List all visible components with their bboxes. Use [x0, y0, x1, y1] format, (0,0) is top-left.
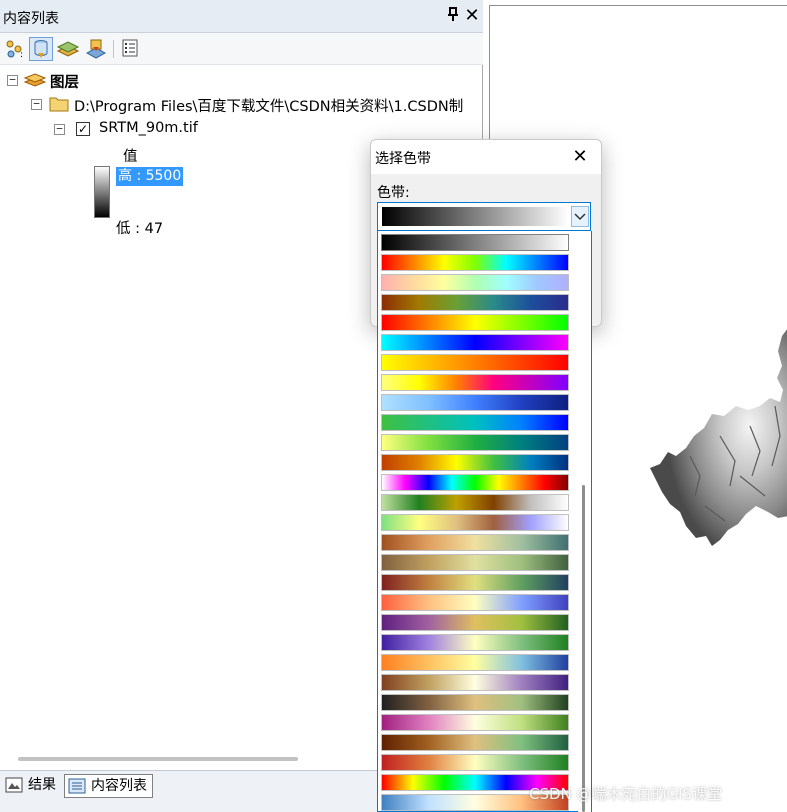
color-ramp-option[interactable] [381, 534, 569, 551]
list-by-source-icon[interactable] [29, 37, 53, 61]
legend-heading: 值 [123, 149, 138, 165]
color-ramp-option[interactable] [381, 494, 569, 511]
color-ramp-option[interactable] [381, 734, 569, 751]
close-icon[interactable]: ✕ [463, 5, 481, 26]
color-ramp-list[interactable] [377, 231, 592, 812]
toc-toolbar: : [0, 33, 483, 65]
toc-title: 内容列表 [3, 11, 59, 27]
color-ramp-option[interactable] [381, 234, 569, 251]
color-ramp-option[interactable] [381, 294, 569, 311]
color-ramp-option[interactable] [381, 434, 569, 451]
ramp-list-scroll-thumb[interactable] [582, 485, 585, 812]
results-icon [5, 777, 23, 793]
selected-color-ramp [382, 207, 568, 226]
color-ramp-option[interactable] [381, 694, 569, 711]
list-by-visibility-icon[interactable] [56, 37, 80, 61]
color-ramp-option[interactable] [381, 374, 569, 391]
layer-collapse-toggle[interactable]: − [54, 123, 65, 135]
svg-text::: : [20, 50, 23, 60]
ramp-list-scrollbar[interactable] [578, 232, 591, 812]
folder-icon [49, 95, 69, 112]
pin-icon[interactable] [445, 6, 461, 24]
dialog-title: 选择色带 [375, 151, 431, 167]
tab-results[interactable]: 结果 [2, 774, 61, 798]
color-ramp-option[interactable] [381, 354, 569, 371]
toolbar-separator [113, 40, 114, 58]
color-ramp-option[interactable] [381, 674, 569, 691]
legend-low-value[interactable]: 低 : 47 [116, 217, 163, 238]
dialog-title-bar: 选择色带 ✕ [371, 140, 601, 174]
tab-table-of-contents[interactable]: 内容列表 [64, 774, 153, 798]
legend-color-ramp[interactable] [94, 166, 110, 218]
dropdown-arrow[interactable] [571, 206, 589, 227]
horizontal-scrollbar[interactable] [18, 757, 298, 761]
color-ramp-option[interactable] [381, 754, 569, 771]
watermark: CSDN @端木宛白的GIS课堂 [529, 785, 723, 803]
legend-high-value[interactable]: 高 : 5500 [116, 167, 184, 186]
color-ramp-option[interactable] [381, 314, 569, 331]
color-ramp-option[interactable] [381, 414, 569, 431]
layer-name[interactable]: SRTM_90m.tif [99, 120, 198, 136]
color-ramp-option[interactable] [381, 274, 569, 291]
options-icon[interactable] [119, 37, 143, 61]
color-ramp-option[interactable] [381, 474, 569, 491]
layers-icon [23, 71, 47, 89]
toc-icon [68, 778, 86, 794]
color-ramp-option[interactable] [381, 714, 569, 731]
color-ramp-option[interactable] [381, 454, 569, 471]
color-ramp-label: 色带: [377, 185, 410, 201]
layers-collapse-toggle[interactable]: − [7, 74, 18, 86]
color-ramp-dropdown[interactable] [377, 202, 591, 231]
color-ramp-option[interactable] [381, 594, 569, 611]
list-by-selection-icon[interactable] [84, 37, 108, 61]
color-ramp-option[interactable] [381, 654, 569, 671]
color-ramp-option[interactable] [381, 254, 569, 271]
toc-title-bar: 内容列表 ✕ [0, 0, 483, 33]
tab-results-label: 结果 [28, 777, 56, 793]
color-ramp-option[interactable] [381, 514, 569, 531]
color-ramp-option[interactable] [381, 634, 569, 651]
color-ramp-option[interactable] [381, 394, 569, 411]
color-ramp-option[interactable] [381, 334, 569, 351]
layer-visibility-checkbox[interactable]: ✓ [76, 122, 90, 136]
folder-collapse-toggle[interactable]: − [31, 98, 42, 110]
color-ramp-option[interactable] [381, 554, 569, 571]
color-ramp-option[interactable] [381, 574, 569, 591]
folder-path-label[interactable]: D:\Program Files\百度下载文件\CSDN相关资料\1.CSDN制 [74, 95, 463, 116]
chevron-down-icon [574, 213, 586, 221]
dialog-close-button[interactable]: ✕ [569, 146, 591, 168]
color-ramp-option[interactable] [381, 614, 569, 631]
list-by-drawing-order-icon[interactable]: : [3, 37, 27, 61]
layers-root-label[interactable]: 图层 [50, 71, 79, 92]
tab-toc-label: 内容列表 [91, 778, 147, 794]
